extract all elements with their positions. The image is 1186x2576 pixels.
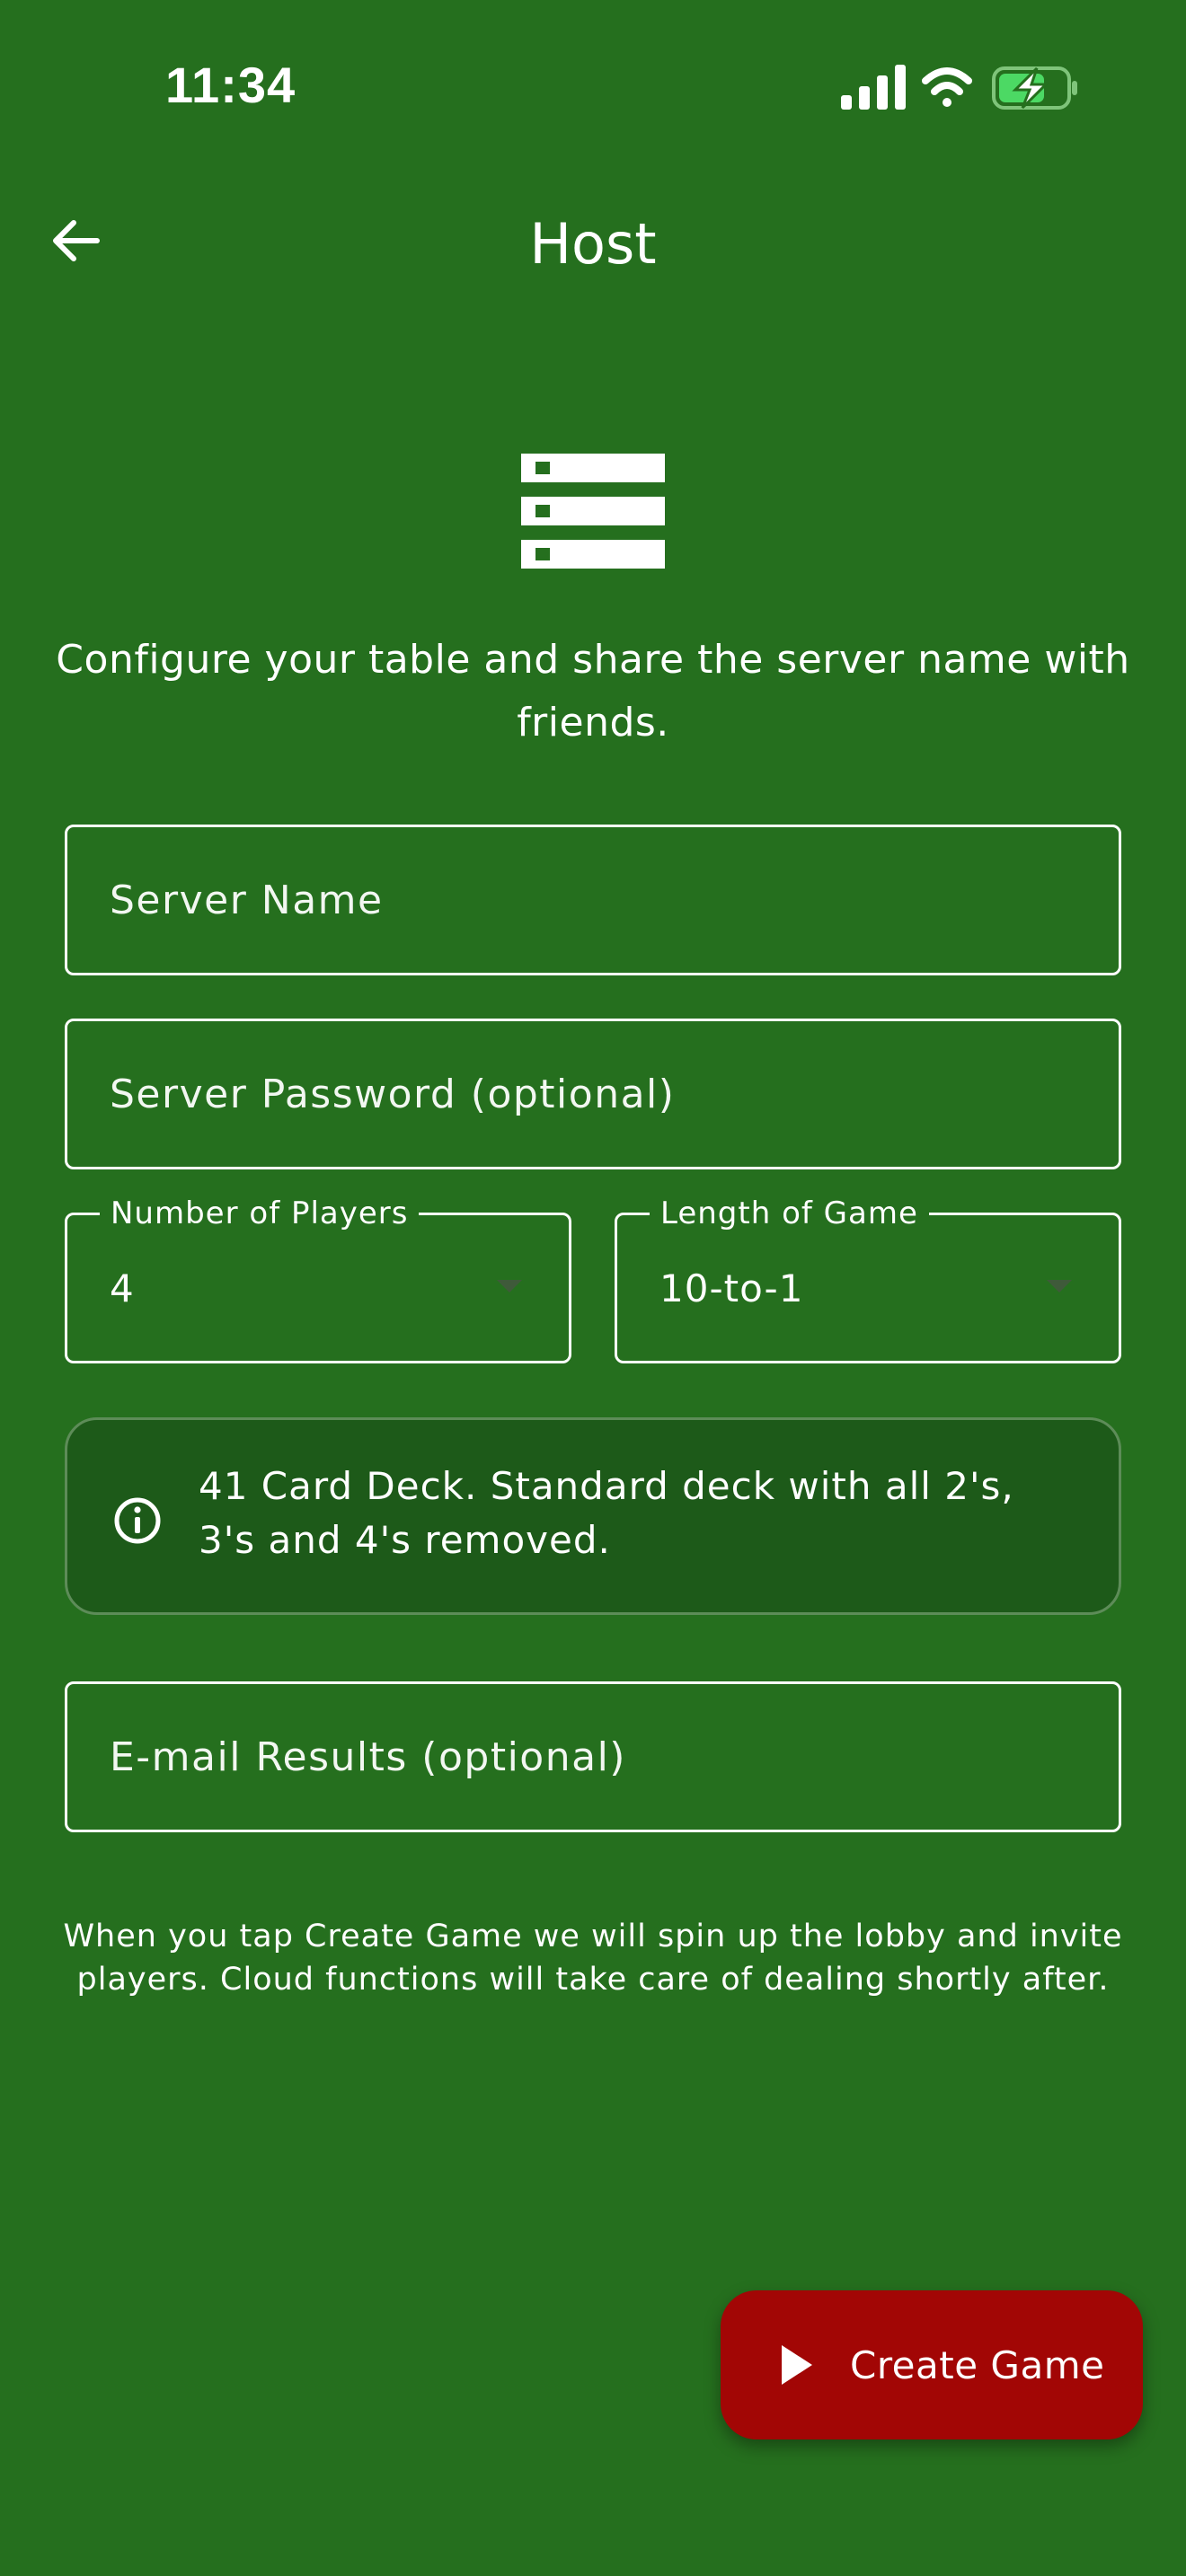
server-password-placeholder: Server Password (optional) <box>110 1071 676 1117</box>
deck-info-text: 41 Card Deck. Standard deck with all 2's… <box>199 1464 1014 1562</box>
number-of-players-value: 4 <box>110 1266 135 1310</box>
create-game-button[interactable]: Create Game <box>721 2290 1143 2439</box>
dropdown-arrow-icon <box>497 1280 522 1292</box>
page-title: Host <box>529 211 657 277</box>
email-results-field[interactable]: E-mail Results (optional) <box>65 1681 1121 1832</box>
signal-icon <box>841 65 906 110</box>
status-time: 11:34 <box>165 57 296 113</box>
deck-info-card: 41 Card Deck. Standard deck with all 2's… <box>65 1417 1121 1615</box>
email-results-placeholder: E-mail Results (optional) <box>110 1734 626 1780</box>
number-of-players-dropdown[interactable]: Number of Players 4 <box>65 1195 571 1363</box>
play-icon <box>782 2345 812 2385</box>
intro-text: Configure your table and share the serve… <box>56 637 1130 745</box>
status-icons <box>837 63 1080 113</box>
server-name-placeholder: Server Name <box>110 877 384 923</box>
server-name-field[interactable]: Server Name <box>65 825 1121 975</box>
server-password-field[interactable]: Server Password (optional) <box>65 1019 1121 1169</box>
length-of-game-value: 10-to-1 <box>659 1266 804 1310</box>
length-of-game-dropdown[interactable]: Length of Game 10-to-1 <box>615 1195 1121 1363</box>
number-of-players-label: Number of Players <box>100 1195 420 1231</box>
battery-charging-icon <box>992 66 1077 110</box>
create-game-footnote: When you tap Create Game we will spin up… <box>63 1919 1123 1998</box>
server-icon <box>521 454 665 570</box>
dropdown-arrow-icon <box>1047 1280 1072 1292</box>
create-game-label: Create Game <box>850 2342 1105 2387</box>
wifi-icon <box>922 67 972 107</box>
info-icon <box>114 1497 161 1544</box>
